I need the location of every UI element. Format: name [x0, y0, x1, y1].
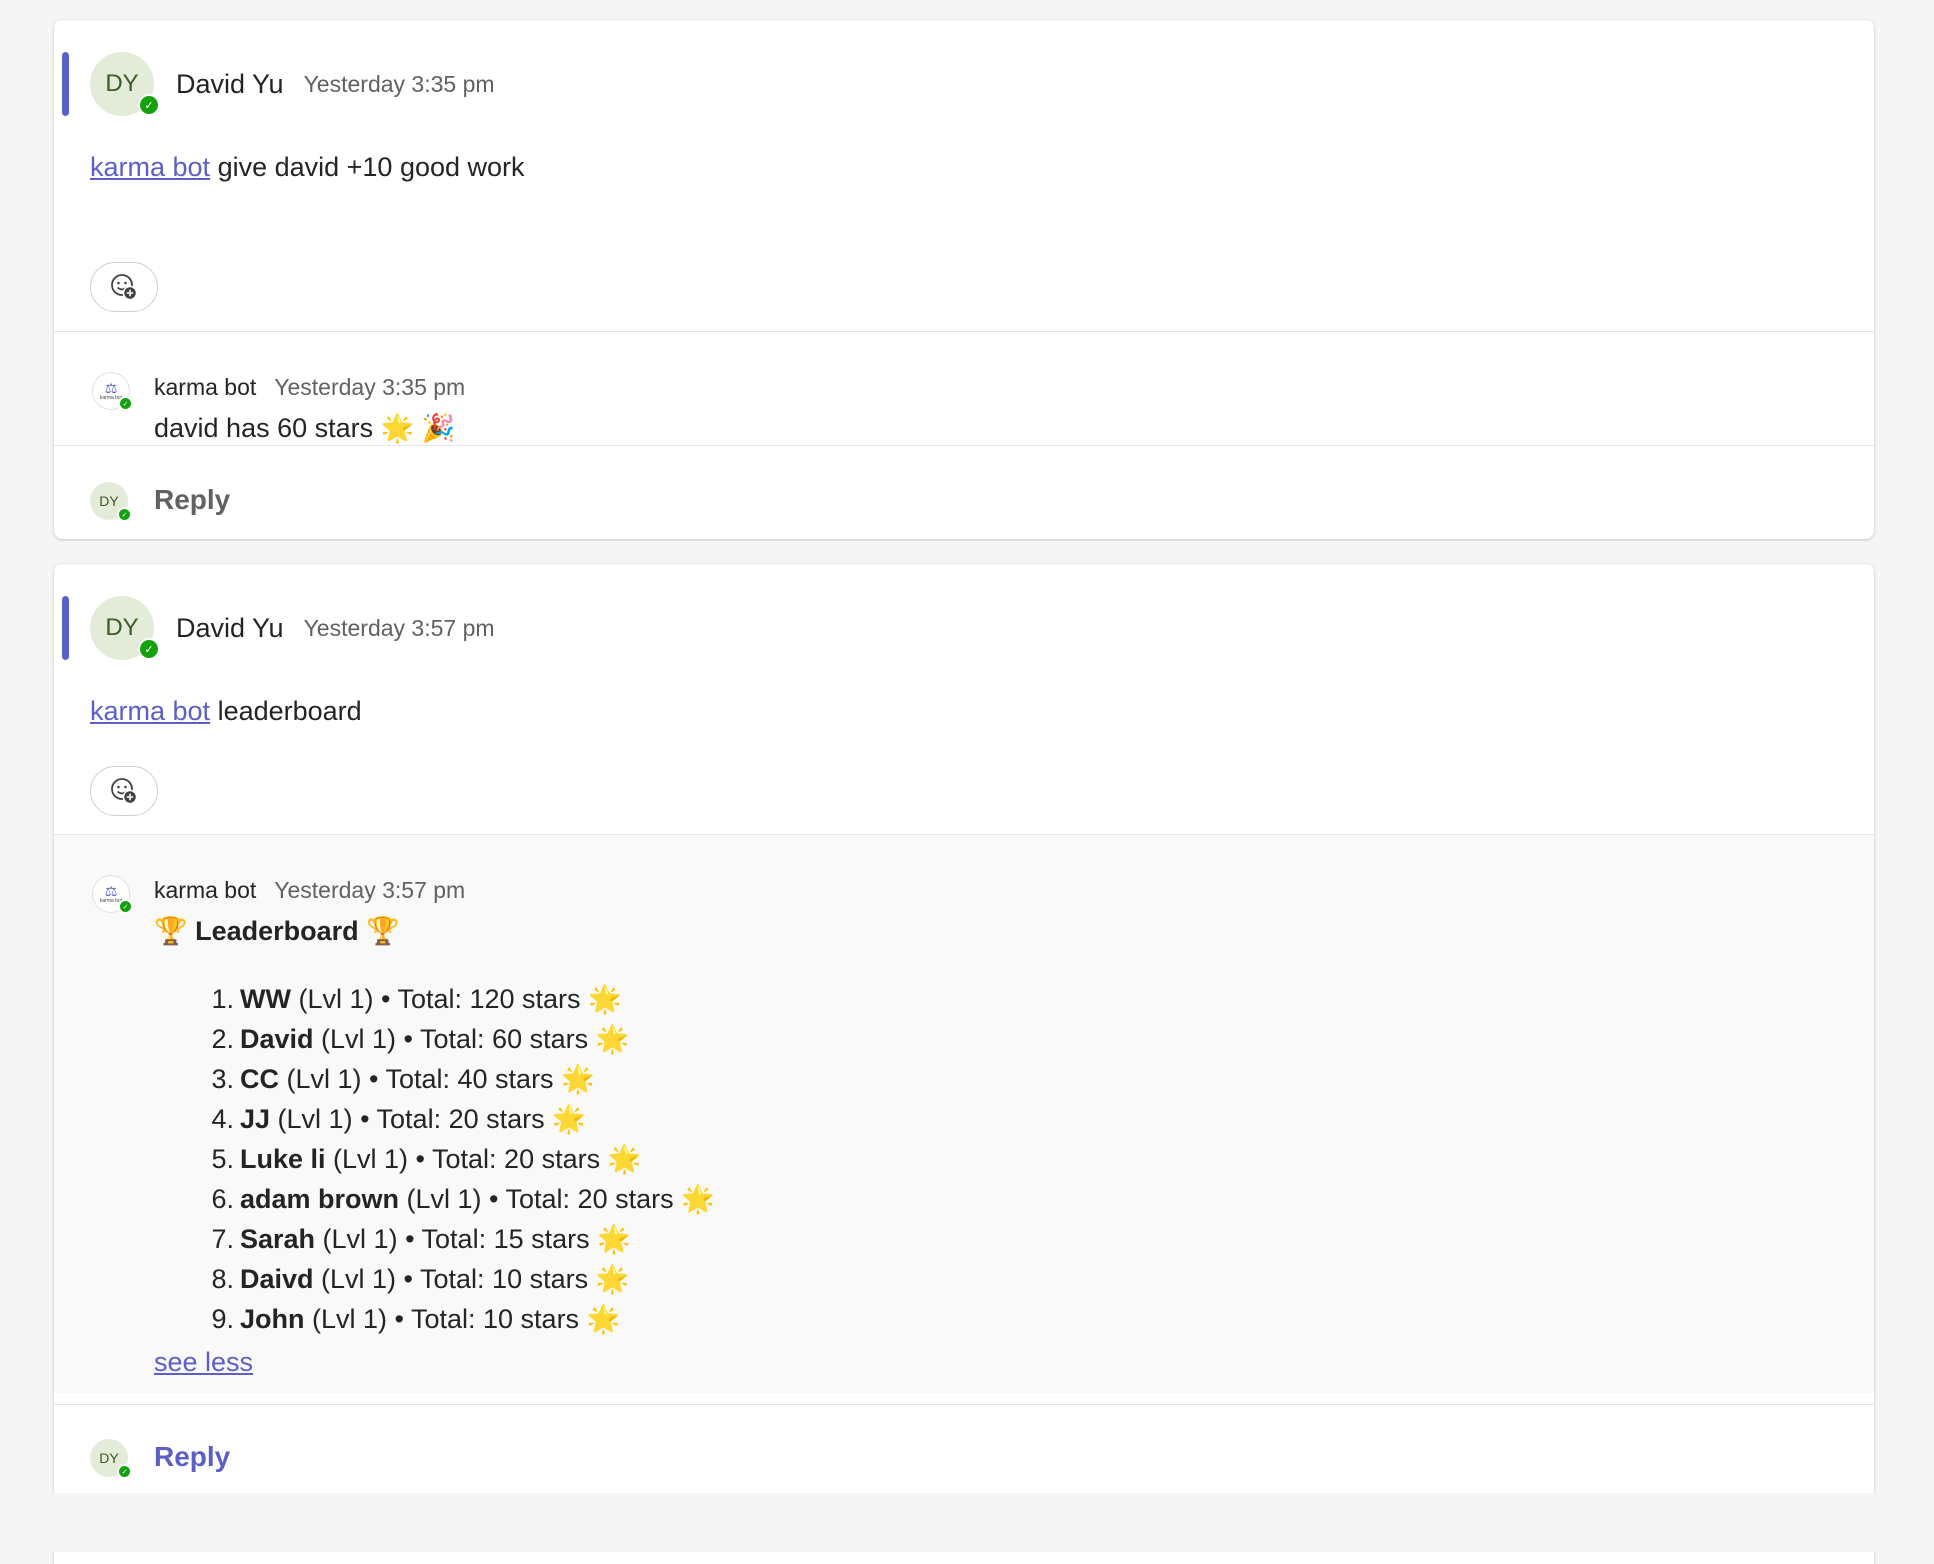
avatar[interactable]: DY ✓: [90, 596, 160, 660]
entry-detail: (Lvl 1) • Total: 20 stars 🌟: [270, 1104, 586, 1134]
reply-button[interactable]: Reply: [154, 1441, 230, 1473]
message-text: leaderboard: [210, 696, 362, 726]
leaderboard-entry: 2. David (Lvl 1) • Total: 60 stars 🌟: [201, 1019, 715, 1059]
add-reaction-button[interactable]: [90, 766, 158, 816]
leaderboard-entry: 7. Sarah (Lvl 1) • Total: 15 stars 🌟: [201, 1219, 715, 1259]
bot-reply: ⚖ karma bot ✓ karma bot Yesterday 3:35 p…: [54, 332, 1874, 444]
avatar[interactable]: DY ✓: [90, 52, 160, 116]
bot-reply: ⚖ karma bot ✓ karma bot Yesterday 3:57 p…: [54, 835, 1874, 1393]
bot-author-name[interactable]: karma bot: [154, 877, 256, 904]
bot-author-name[interactable]: karma bot: [154, 374, 256, 401]
rank: 9.: [211, 1304, 234, 1334]
entry-detail: (Lvl 1) • Total: 15 stars 🌟: [315, 1224, 631, 1254]
rank: 6.: [211, 1184, 234, 1214]
entry-detail: (Lvl 1) • Total: 10 stars 🌟: [313, 1264, 630, 1294]
presence-available-icon: ✓: [117, 1464, 132, 1479]
leaderboard-entry: 6. adam brown (Lvl 1) • Total: 20 stars 🌟: [201, 1179, 715, 1219]
unread-accent-bar: [62, 52, 69, 116]
entry-name: David: [240, 1024, 314, 1054]
presence-available-icon: ✓: [138, 638, 160, 660]
message-body: karma bot give david +10 good work: [90, 152, 525, 183]
avatar-initials: DY: [105, 614, 139, 641]
leaderboard-entry: 1. WW (Lvl 1) • Total: 120 stars 🌟: [201, 979, 715, 1019]
bot-mention-link[interactable]: karma bot: [90, 152, 210, 182]
message-text: give david +10 good work: [210, 152, 525, 182]
message-header: DY ✓ David Yu Yesterday 3:35 pm: [90, 52, 495, 116]
page-background: [0, 1493, 1934, 1552]
timestamp: Yesterday 3:57 pm: [303, 614, 495, 641]
rank: 1.: [211, 984, 234, 1014]
unread-accent-bar: [62, 596, 69, 660]
leaderboard-entry: 5. Luke li (Lvl 1) • Total: 20 stars 🌟: [201, 1139, 715, 1179]
author-name[interactable]: David Yu: [176, 69, 284, 100]
entry-name: CC: [240, 1064, 279, 1094]
rank: 5.: [211, 1144, 234, 1174]
bot-avatar[interactable]: ⚖ karma bot ✓: [92, 372, 133, 411]
leaderboard-entry: 9. John (Lvl 1) • Total: 10 stars 🌟: [201, 1299, 715, 1339]
avatar-initials: DY: [99, 1450, 119, 1466]
rank: 2.: [211, 1024, 234, 1054]
add-reaction-button[interactable]: [90, 262, 158, 312]
message-header: DY ✓ David Yu Yesterday 3:57 pm: [90, 596, 495, 660]
leaderboard-entry: 4. JJ (Lvl 1) • Total: 20 stars 🌟: [201, 1099, 715, 1139]
rank: 3.: [211, 1064, 234, 1094]
entry-name: adam brown: [240, 1184, 400, 1214]
presence-available-icon: ✓: [138, 94, 160, 116]
leaderboard-list: 1. WW (Lvl 1) • Total: 120 stars 🌟 2. Davi…: [201, 979, 715, 1339]
reply-button[interactable]: Reply: [154, 484, 230, 516]
entry-name: Daivd: [240, 1264, 314, 1294]
bot-avatar[interactable]: ⚖ karma bot ✓: [92, 875, 133, 914]
rank: 4.: [211, 1104, 234, 1134]
emoji-add-icon: [111, 778, 138, 805]
emoji-add-icon: [111, 274, 138, 301]
presence-available-icon: ✓: [118, 899, 133, 914]
leaderboard-title: 🏆 Leaderboard 🏆: [154, 916, 400, 946]
see-less-link[interactable]: see less: [154, 1347, 253, 1378]
entry-detail: (Lvl 1) • Total: 10 stars 🌟: [304, 1304, 621, 1334]
rank: 8.: [211, 1264, 234, 1294]
avatar-initials: DY: [99, 493, 119, 509]
leaderboard-entry: 8. Daivd (Lvl 1) • Total: 10 stars 🌟: [201, 1259, 715, 1299]
author-name[interactable]: David Yu: [176, 613, 284, 644]
entry-detail: (Lvl 1) • Total: 60 stars 🌟: [313, 1024, 630, 1054]
message-body: karma bot leaderboard: [90, 696, 362, 727]
leaderboard-entry: 3. CC (Lvl 1) • Total: 40 stars 🌟: [201, 1059, 715, 1099]
presence-available-icon: ✓: [117, 507, 132, 522]
timestamp: Yesterday 3:35 pm: [303, 70, 495, 97]
scale-icon: ⚖: [104, 380, 118, 396]
reply-avatar: DY ✓: [90, 1439, 132, 1479]
presence-available-icon: ✓: [118, 396, 133, 411]
entry-name: JJ: [240, 1104, 271, 1134]
bot-timestamp: Yesterday 3:35 pm: [274, 374, 466, 400]
entry-name: John: [240, 1304, 305, 1334]
bot-mention-link[interactable]: karma bot: [90, 696, 210, 726]
entry-name: WW: [240, 984, 291, 1014]
reply-bar[interactable]: DY ✓ Reply: [54, 446, 1874, 539]
message-card: DY ✓ David Yu Yesterday 3:57 pm karma bo…: [54, 564, 1874, 1564]
entry-detail: (Lvl 1) • Total: 20 stars 🌟: [325, 1144, 642, 1174]
entry-name: Sarah: [240, 1224, 316, 1254]
entry-detail: (Lvl 1) • Total: 20 stars 🌟: [399, 1184, 715, 1214]
entry-detail: (Lvl 1) • Total: 40 stars 🌟: [279, 1064, 595, 1094]
avatar-initials: DY: [105, 70, 139, 97]
message-card: DY ✓ David Yu Yesterday 3:35 pm karma bo…: [54, 20, 1874, 539]
bot-reply-text: david has 60 stars 🌟 🎉: [154, 413, 456, 443]
rank: 7.: [211, 1224, 234, 1254]
entry-detail: (Lvl 1) • Total: 120 stars 🌟: [290, 984, 622, 1014]
reply-avatar: DY ✓: [90, 482, 132, 522]
entry-name: Luke li: [240, 1144, 326, 1174]
scale-icon: ⚖: [104, 883, 118, 899]
bot-timestamp: Yesterday 3:57 pm: [274, 877, 466, 903]
